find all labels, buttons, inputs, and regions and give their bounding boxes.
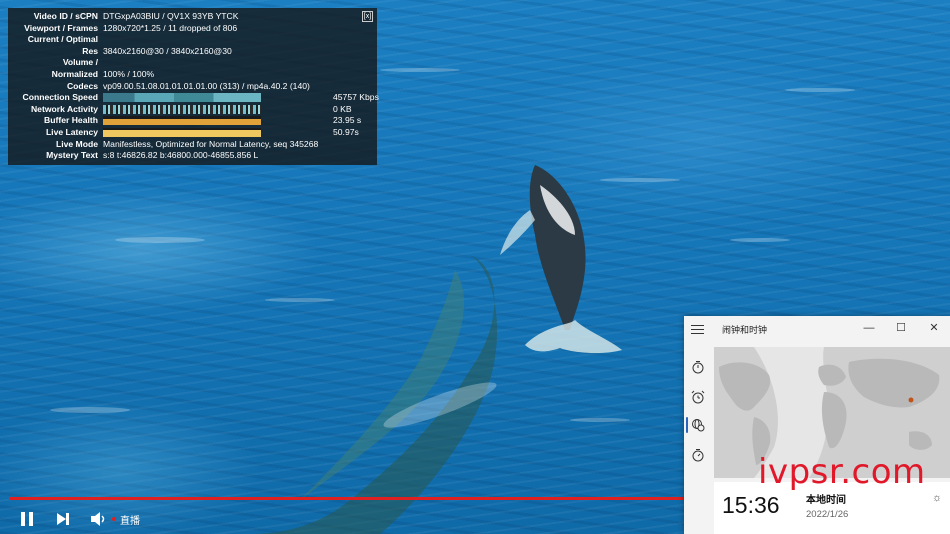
pause-icon [21, 512, 33, 526]
local-time-label: 本地时间 [806, 495, 846, 506]
stats-label: Live Latency [45, 126, 98, 137]
hamburger-menu-icon[interactable] [691, 325, 704, 335]
stats-label: Video ID / sCPN [33, 11, 98, 21]
app-title: 闹钟和时钟 [722, 325, 768, 335]
nav-world-clock-icon[interactable] [691, 418, 705, 432]
stats-close-button[interactable]: [x] [362, 11, 373, 22]
sun-icon: ☼ [932, 492, 943, 504]
stats-label: Volume / [62, 57, 98, 68]
buffer-health-graph [103, 116, 261, 126]
stats-value: 50.97s [333, 126, 359, 137]
stats-value: 0 KB [333, 103, 352, 114]
nav-selection-indicator [686, 417, 688, 433]
clock-app-window[interactable]: 闹钟和时钟 — ☐ ✕ 15:36 本地时间 2022/1/26 ☼ [684, 316, 950, 534]
stats-value [103, 34, 377, 46]
progress-bar[interactable] [9, 497, 685, 500]
progress-fill [9, 497, 685, 500]
minimize-button[interactable]: — [861, 320, 877, 336]
network-activity-graph [103, 104, 261, 114]
next-button[interactable] [54, 509, 72, 529]
stats-row-normalized: Normalized 100% / 100% [8, 69, 377, 81]
stats-value: 1280x720*1.25 / 11 dropped of 806 [103, 22, 238, 33]
stats-value: vp09.00.51.08.01.01.01.01.00 (313) / mp4… [103, 80, 310, 91]
stats-row-volume: Volume / [8, 57, 377, 69]
stats-label: Normalized [51, 68, 98, 79]
stats-value: Manifestless, Optimized for Normal Laten… [103, 138, 319, 149]
stats-value: s:8 t:46826.82 b:46800.000-46855.856 L [103, 150, 259, 161]
stats-row-buffer-health: Buffer Health 23.95 s [8, 115, 377, 127]
stats-row-mystery-text: Mystery Text s:8 t:46826.82 b:46800.000-4… [8, 150, 377, 162]
stats-label: Res [82, 45, 98, 56]
next-icon [57, 513, 69, 525]
nav-alarm-icon[interactable] [691, 390, 705, 404]
stats-value: 3840x2160@30 / 3840x2160@30 [103, 45, 232, 56]
stats-row-connection-speed: Connection Speed 45757 Kbps [8, 92, 379, 104]
stats-row-video-id: Video ID / sCPN DTGxpA03BIU / QV1X 93YB Y… [8, 11, 377, 23]
nav-stopwatch-icon[interactable] [691, 448, 705, 462]
connection-speed-graph [103, 93, 261, 103]
stats-row-network-activity: Network Activity 0 KB [8, 104, 377, 116]
stats-label: Mystery Text [46, 150, 98, 161]
stats-row-res: Res 3840x2160@30 / 3840x2160@30 [8, 46, 377, 58]
nav-timer-icon[interactable] [691, 360, 705, 374]
stats-row-codecs: Codecs vp09.00.51.08.01.01.01.01.00 (313)… [8, 81, 377, 93]
stats-value: 23.95 s [333, 115, 362, 126]
map-pin-icon [908, 397, 914, 403]
stats-row-viewport: Viewport / Frames 1280x720*1.25 / 11 drop… [8, 23, 377, 35]
stats-row-live-latency: Live Latency 50.97s [8, 127, 377, 139]
stats-label: Codecs [66, 80, 98, 91]
volume-icon [91, 512, 105, 526]
stats-label: Viewport / Frames [24, 22, 98, 33]
stats-value [103, 57, 377, 69]
stats-value: DTGxpA03BIU / QV1X 93YB YTCK [103, 11, 239, 21]
watermark-logo: ivpsr.com [758, 452, 926, 492]
stats-row-live-mode: Live Mode Manifestless, Optimized for Nor… [8, 139, 377, 151]
volume-button[interactable] [89, 509, 107, 529]
stats-row-current-optimal: Current / Optimal [8, 34, 377, 46]
stats-value: 45757 Kbps [333, 92, 379, 103]
title-bar[interactable]: 闹钟和时钟 — ☐ ✕ [684, 316, 950, 340]
maximize-button[interactable]: ☐ [893, 320, 909, 336]
stats-for-nerds-panel: [x] Video ID / sCPN DTGxpA03BIU / QV1X 93… [8, 8, 379, 165]
local-time: 15:36 [722, 492, 780, 518]
stats-label: Network Activity [30, 103, 98, 114]
pause-button[interactable] [18, 509, 36, 529]
stats-label: Connection Speed [22, 92, 98, 103]
local-date: 2022/1/26 [806, 509, 849, 520]
live-badge[interactable]: 直播 [120, 512, 140, 527]
stats-label: Buffer Health [44, 115, 98, 126]
live-indicator-dot [112, 517, 116, 521]
stats-label: Current / Optimal [27, 34, 98, 45]
stats-value: 100% / 100% [103, 68, 155, 79]
close-button[interactable]: ✕ [926, 320, 942, 336]
stats-label: Live Mode [55, 138, 98, 149]
live-latency-graph [103, 127, 261, 137]
